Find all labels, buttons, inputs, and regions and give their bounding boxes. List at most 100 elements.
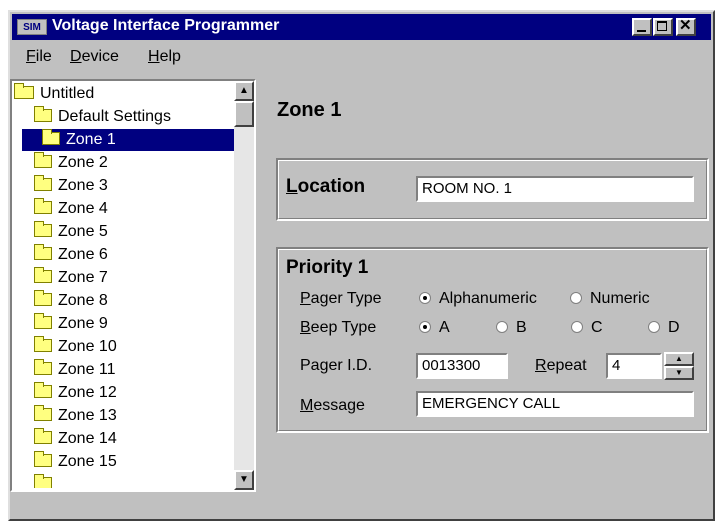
tree-root-label: Untitled bbox=[40, 85, 95, 102]
folder-icon bbox=[34, 428, 52, 444]
menu-file[interactable]: File bbox=[26, 48, 52, 66]
tree-item-zone-13[interactable]: Zone 13 bbox=[34, 405, 117, 427]
beep-type-b-radio[interactable]: B bbox=[496, 319, 527, 337]
window-title: Voltage Interface Programmer bbox=[52, 17, 280, 34]
folder-icon bbox=[34, 336, 52, 352]
tree-item-zone-10[interactable]: Zone 10 bbox=[34, 336, 117, 358]
beep-type-c-radio[interactable]: C bbox=[571, 319, 603, 337]
repeat-label: Repeat bbox=[535, 357, 587, 374]
folder-icon bbox=[42, 129, 60, 145]
tree-item-label: Zone 2 bbox=[58, 154, 108, 171]
folder-icon bbox=[34, 405, 52, 421]
priority-title: Priority 1 bbox=[286, 257, 369, 278]
folder-icon bbox=[34, 313, 52, 329]
folder-icon bbox=[34, 451, 52, 467]
beep-type-a-radio[interactable]: A bbox=[419, 319, 450, 337]
tree-item-label: Zone 12 bbox=[58, 384, 117, 401]
folder-icon bbox=[34, 221, 52, 237]
scroll-up-arrow-icon[interactable]: ▲ bbox=[234, 81, 254, 101]
tree-item-label: Zone 10 bbox=[58, 338, 117, 355]
open-folder-icon bbox=[14, 83, 34, 99]
repeat-spinner[interactable]: ▲ ▼ bbox=[664, 352, 694, 380]
message-field[interactable]: EMERGENCY CALL bbox=[416, 391, 694, 417]
radio-label: Numeric bbox=[590, 290, 650, 307]
title-bar[interactable]: SIM Voltage Interface Programmer ✕ bbox=[12, 14, 711, 40]
beep-type-d-radio[interactable]: D bbox=[648, 319, 680, 337]
tree-item-zone-6[interactable]: Zone 6 bbox=[34, 244, 108, 266]
location-field[interactable]: ROOM NO. 1 bbox=[416, 176, 694, 202]
tree-item-zone-1[interactable]: Zone 1 bbox=[22, 129, 246, 151]
close-icon: ✕ bbox=[679, 17, 692, 34]
radio-label: A bbox=[439, 319, 450, 336]
message-label: Message bbox=[300, 397, 365, 414]
radio-label: C bbox=[591, 319, 603, 336]
scroll-down-arrow-icon[interactable]: ▼ bbox=[234, 470, 254, 490]
minimize-button[interactable] bbox=[632, 18, 652, 36]
folder-icon bbox=[34, 382, 52, 398]
tree-item-label: Zone 15 bbox=[58, 453, 117, 470]
radio-label: B bbox=[516, 319, 527, 336]
tree-item-zone-8[interactable]: Zone 8 bbox=[34, 290, 108, 312]
tree-item-zone-9[interactable]: Zone 9 bbox=[34, 313, 108, 335]
folder-icon bbox=[34, 474, 52, 488]
radio-icon bbox=[571, 321, 583, 333]
tree-item-partial bbox=[34, 474, 58, 488]
tree-item-label: Zone 7 bbox=[58, 269, 108, 286]
pager-id-label: Pager I.D. bbox=[300, 357, 373, 374]
tree-item-zone-7[interactable]: Zone 7 bbox=[34, 267, 108, 289]
zone-title: Zone 1 bbox=[277, 99, 342, 121]
tree-item-label: Zone 4 bbox=[58, 200, 108, 217]
pager-type-numeric-radio[interactable]: Numeric bbox=[570, 290, 650, 308]
pager-type-label: Pager Type bbox=[300, 290, 382, 307]
folder-icon bbox=[34, 267, 52, 283]
tree-item-default-settings[interactable]: Default Settings bbox=[34, 106, 171, 128]
tree-item-label: Zone 11 bbox=[58, 361, 116, 378]
maximize-button[interactable] bbox=[653, 18, 673, 36]
folder-icon bbox=[34, 198, 52, 214]
close-button[interactable]: ✕ bbox=[676, 17, 696, 36]
radio-label: D bbox=[668, 319, 680, 336]
tree-item-label: Zone 6 bbox=[58, 246, 108, 263]
radio-icon bbox=[570, 292, 582, 304]
tree-item-zone-5[interactable]: Zone 5 bbox=[34, 221, 108, 243]
tree-item-label: Zone 13 bbox=[58, 407, 117, 424]
tree-item-label: Zone 9 bbox=[58, 315, 108, 332]
app-icon: SIM bbox=[17, 19, 47, 35]
tree-item-zone-2[interactable]: Zone 2 bbox=[34, 152, 108, 174]
folder-icon bbox=[34, 290, 52, 306]
tree-item-zone-3[interactable]: Zone 3 bbox=[34, 175, 108, 197]
tree-item-label: Zone 5 bbox=[58, 223, 108, 240]
tree-item-zone-15[interactable]: Zone 15 bbox=[34, 451, 117, 473]
repeat-field[interactable]: 4 bbox=[606, 353, 662, 379]
zone-tree[interactable]: Untitled Default Settings Zone 1 Zone 2 … bbox=[10, 79, 256, 492]
tree-item-zone-4[interactable]: Zone 4 bbox=[34, 198, 108, 220]
pager-type-alphanumeric-radio[interactable]: Alphanumeric bbox=[419, 290, 537, 308]
tree-item-label: Zone 1 bbox=[66, 131, 116, 148]
tree-item-zone-14[interactable]: Zone 14 bbox=[34, 428, 117, 450]
tree-item-label: Zone 14 bbox=[58, 430, 117, 447]
folder-icon bbox=[34, 175, 52, 191]
tree-item-label: Zone 3 bbox=[58, 177, 108, 194]
location-label: Location bbox=[286, 176, 366, 197]
tree-item-zone-12[interactable]: Zone 12 bbox=[34, 382, 117, 404]
folder-icon bbox=[34, 106, 52, 122]
menu-help[interactable]: Help bbox=[148, 48, 181, 66]
menu-device[interactable]: Device bbox=[70, 48, 119, 66]
radio-icon bbox=[648, 321, 660, 333]
folder-icon bbox=[34, 244, 52, 260]
pager-id-field[interactable]: 0013300 bbox=[416, 353, 508, 379]
tree-root[interactable]: Untitled bbox=[14, 83, 94, 105]
tree-item-label: Default Settings bbox=[58, 108, 171, 125]
folder-icon bbox=[34, 359, 52, 375]
tree-item-zone-11[interactable]: Zone 11 bbox=[34, 359, 116, 381]
radio-icon bbox=[496, 321, 508, 333]
radio-selected-icon bbox=[419, 321, 431, 333]
beep-type-label: Beep Type bbox=[300, 319, 377, 336]
tree-scrollbar[interactable]: ▲ ▼ bbox=[234, 81, 254, 490]
scroll-thumb[interactable] bbox=[234, 101, 254, 127]
tree-item-label: Zone 8 bbox=[58, 292, 108, 309]
spin-up-icon[interactable]: ▲ bbox=[664, 352, 694, 366]
radio-selected-icon bbox=[419, 292, 431, 304]
spin-down-icon[interactable]: ▼ bbox=[664, 366, 694, 380]
radio-label: Alphanumeric bbox=[439, 290, 537, 307]
